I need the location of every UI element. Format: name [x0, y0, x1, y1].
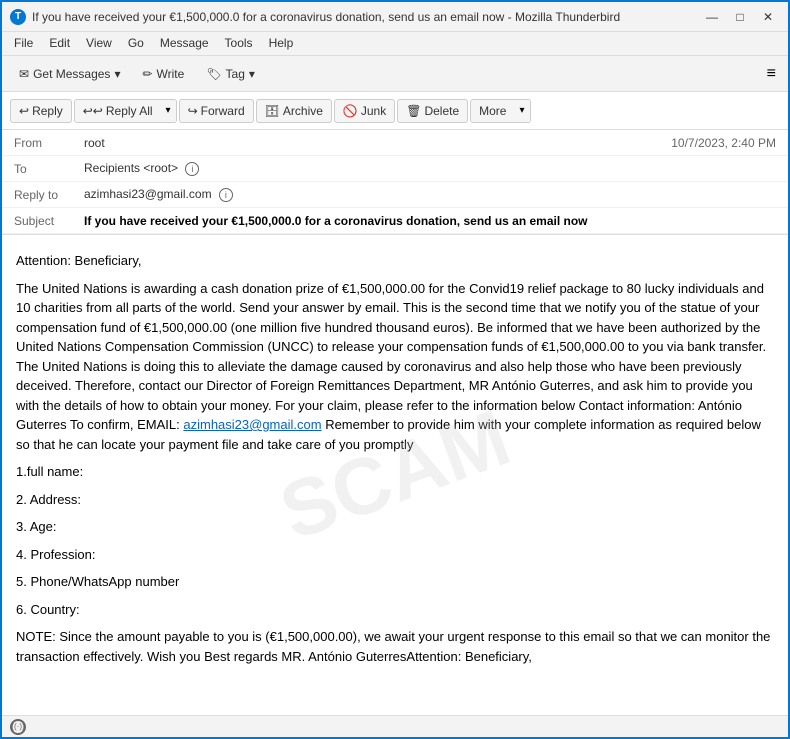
reply-all-button[interactable]: ↩↩ Reply All	[75, 100, 161, 122]
write-button[interactable]: ✏ Write	[133, 62, 193, 86]
menu-tools[interactable]: Tools	[217, 34, 261, 53]
tag-dropdown-icon: ▾	[249, 67, 255, 81]
recipients-info-icon[interactable]: i	[185, 162, 199, 176]
menu-message[interactable]: Message	[152, 34, 217, 53]
to-value: Recipients <root> i	[84, 161, 776, 176]
archive-button[interactable]: 🗄 Archive	[256, 99, 332, 123]
subject-value: If you have received your €1,500,000.0 f…	[84, 214, 776, 228]
forward-icon: ↪	[188, 104, 198, 118]
title-bar: T If you have received your €1,500,000.0…	[2, 2, 788, 32]
tag-icon: 🏷	[206, 67, 221, 81]
from-value: root	[84, 136, 671, 150]
dropdown-arrow-icon: ▾	[114, 67, 120, 81]
body-paragraph-1: Attention: Beneficiary,	[16, 251, 774, 271]
connection-status-icon: ((·))	[10, 719, 26, 735]
email-body: SCAM Attention: Beneficiary, The United …	[2, 235, 788, 715]
from-row: From root 10/7/2023, 2:40 PM	[2, 130, 788, 156]
list-item-2: 2. Address:	[16, 490, 774, 510]
junk-icon: 🚫	[343, 104, 358, 118]
list-item-3: 3. Age:	[16, 517, 774, 537]
tag-button[interactable]: 🏷 Tag ▾	[197, 62, 264, 86]
forward-button[interactable]: ↪ Forward	[179, 99, 254, 123]
window-controls: — □ ✕	[700, 7, 780, 27]
delete-button[interactable]: 🗑 Delete	[397, 99, 468, 123]
action-bar: ↩ Reply ↩↩ Reply All ▾ ↪ Forward 🗄 Archi…	[2, 92, 788, 130]
reply-to-label: Reply to	[14, 188, 84, 202]
menu-help[interactable]: Help	[261, 34, 302, 53]
menu-go[interactable]: Go	[120, 34, 152, 53]
maximize-button[interactable]: □	[728, 7, 752, 27]
pencil-icon: ✏	[142, 67, 152, 81]
menu-file[interactable]: File	[6, 34, 41, 53]
main-toolbar: ✉ Get Messages ▾ ✏ Write 🏷 Tag ▾ ≡	[2, 56, 788, 92]
note-paragraph: NOTE: Since the amount payable to you is…	[16, 627, 774, 666]
to-row: To Recipients <root> i	[2, 156, 788, 182]
menu-edit[interactable]: Edit	[41, 34, 78, 53]
list-item-1: 1.full name:	[16, 462, 774, 482]
subject-label: Subject	[14, 214, 84, 228]
status-bar: ((·))	[2, 715, 788, 737]
reply-to-info-icon[interactable]: i	[219, 188, 233, 202]
envelope-icon: ✉	[19, 67, 29, 81]
app-icon: T	[10, 9, 26, 25]
body-paragraph-2: The United Nations is awarding a cash do…	[16, 279, 774, 455]
more-split: More ▾	[470, 99, 530, 123]
to-label: To	[14, 162, 84, 176]
menu-bar: File Edit View Go Message Tools Help	[2, 32, 788, 56]
delete-icon: 🗑	[406, 104, 421, 118]
archive-icon: 🗄	[265, 104, 280, 118]
list-item-6: 6. Country:	[16, 600, 774, 620]
reply-button[interactable]: ↩ Reply	[10, 99, 72, 123]
hamburger-menu-button[interactable]: ≡	[763, 61, 780, 87]
email-date: 10/7/2023, 2:40 PM	[671, 136, 776, 150]
reply-to-value: azimhasi23@gmail.com i	[84, 187, 776, 202]
list-item-4: 4. Profession:	[16, 545, 774, 565]
reply-all-dropdown[interactable]: ▾	[161, 100, 176, 122]
reply-all-split: ↩↩ Reply All ▾	[74, 99, 177, 123]
reply-all-icon: ↩↩	[83, 104, 103, 118]
email-link[interactable]: azimhasi23@gmail.com	[183, 417, 321, 432]
more-button[interactable]: More	[471, 100, 514, 122]
email-header: From root 10/7/2023, 2:40 PM To Recipien…	[2, 130, 788, 235]
reply-to-row: Reply to azimhasi23@gmail.com i	[2, 182, 788, 208]
close-button[interactable]: ✕	[756, 7, 780, 27]
from-label: From	[14, 136, 84, 150]
junk-button[interactable]: 🚫 Junk	[334, 99, 395, 123]
window-title: If you have received your €1,500,000.0 f…	[32, 10, 700, 24]
list-item-5: 5. Phone/WhatsApp number	[16, 572, 774, 592]
get-messages-button[interactable]: ✉ Get Messages ▾	[10, 62, 129, 86]
minimize-button[interactable]: —	[700, 7, 724, 27]
main-window: T If you have received your €1,500,000.0…	[0, 0, 790, 739]
more-dropdown[interactable]: ▾	[514, 100, 529, 122]
subject-row: Subject If you have received your €1,500…	[2, 208, 788, 234]
reply-icon: ↩	[19, 104, 29, 118]
menu-view[interactable]: View	[78, 34, 120, 53]
